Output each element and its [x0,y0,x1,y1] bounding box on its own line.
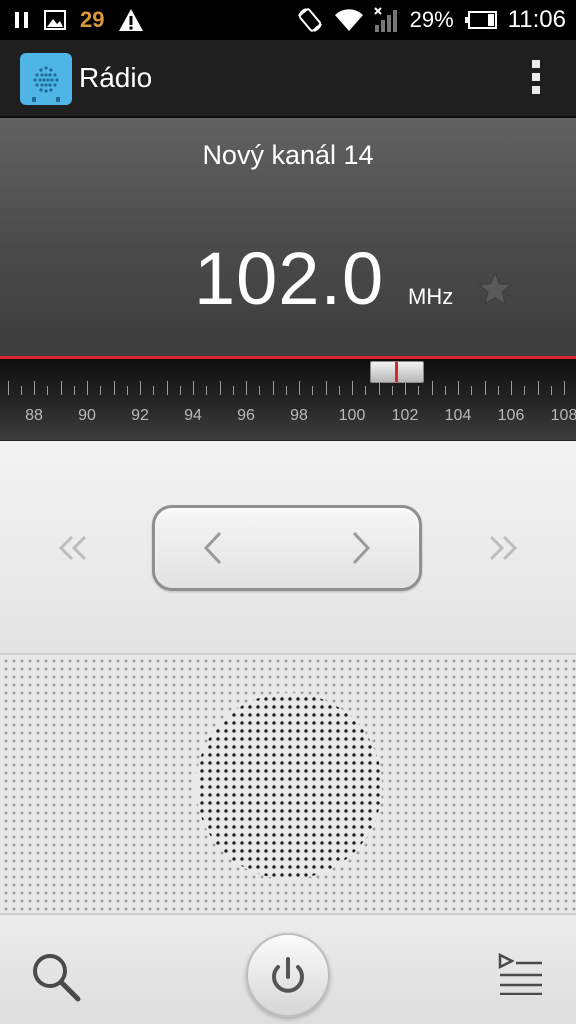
scale-label: 98 [290,407,308,424]
frequency-scale[interactable]: 88 90 92 94 96 98 100 102 104 106 108 [0,359,576,441]
scale-ticks [0,381,576,401]
scale-tick [34,381,35,395]
wifi-icon [334,9,363,32]
scale-tick [299,381,300,395]
scale-tick [166,381,168,395]
frequency-value: 102.0 [194,237,385,320]
scale-tick [524,386,526,395]
notification-count: 29 [80,7,105,32]
signal-icon [373,7,397,32]
speaker-grill [0,655,576,913]
action-bar: Rádio [0,40,576,118]
scale-tick [60,381,62,395]
speaker-center [196,693,382,879]
scale-label: 104 [444,407,472,424]
scale-tick [153,386,155,395]
rotation-lock-icon [297,8,322,32]
scale-label: 90 [78,407,96,424]
scale-tick [471,386,473,395]
scale-tick [537,381,539,395]
battery-icon [464,11,497,29]
scale-tick [484,381,486,395]
station-name: Nový kanál 14 [202,140,374,170]
scale-tick [418,386,420,395]
clock: 11:06 [507,6,566,33]
step-back-icon[interactable] [198,529,228,567]
scale-tick [285,386,287,395]
image-icon [44,10,66,30]
scale-labels: 88 90 92 94 96 98 100 102 104 106 108 [0,407,576,427]
scale-label: 108 [550,407,576,424]
app-title: Rádio [79,62,153,93]
scale-tick [497,386,499,395]
scale-label: 94 [184,407,202,424]
tuning-controls [0,441,576,655]
scale-tick [47,386,49,395]
scale-tick [7,381,9,395]
playlist-icon[interactable] [498,953,544,995]
scale-tick [113,381,115,395]
scale-tick [391,386,393,395]
scale-tick [550,386,552,395]
step-tuning-box [152,505,422,591]
scale-tick [140,381,141,395]
scale-tick [206,386,208,395]
scale-tick [73,386,75,395]
pause-icon [15,12,28,28]
scale-tick [272,381,274,395]
search-icon[interactable] [30,951,82,1003]
battery-percent: 29% [409,7,454,32]
tuner-display: Nový kanál 14 102.0 MHz [0,118,576,358]
scale-tick [232,386,234,395]
scale-label: 100 [338,407,366,424]
scale-tick [444,386,446,395]
status-bar: 29 29% 11:06 [0,0,576,40]
seek-forward-icon[interactable] [486,535,520,561]
scale-tick [179,386,181,395]
scale-tick [20,386,22,395]
scale-label: 88 [25,407,43,424]
scale-tick [325,381,327,395]
scale-label: 102 [391,407,419,424]
frequency-slider-handle[interactable] [370,361,424,383]
overflow-menu-icon[interactable] [526,60,546,98]
scale-label: 96 [237,407,255,424]
scale-tick [100,386,102,395]
scale-tick [338,386,340,395]
scale-tick [193,381,194,395]
scale-tick [246,381,247,395]
scale-tick [259,386,261,395]
scale-label: 106 [497,407,525,424]
scale-tick [431,381,433,395]
step-forward-icon[interactable] [346,529,376,567]
scale-tick [219,381,221,395]
power-button[interactable] [246,933,330,1017]
scale-tick [352,381,353,395]
warning-icon [119,9,144,31]
scale-label: 92 [131,407,149,424]
scale-tick [365,386,367,395]
favorite-star-icon[interactable] [476,270,514,308]
seek-back-icon[interactable] [56,535,90,561]
scale-tick [511,381,512,395]
scale-tick [126,386,128,395]
slider-indicator [395,362,398,382]
scale-tick [405,381,406,395]
scale-tick [564,381,565,395]
frequency-unit: MHz [408,284,454,309]
scale-tick [458,381,459,395]
scale-tick [378,381,380,395]
scale-tick [312,386,314,395]
bottom-bar [0,913,576,1024]
radio-app-icon[interactable] [20,53,72,105]
scale-tick [87,381,88,395]
power-icon [272,957,304,993]
